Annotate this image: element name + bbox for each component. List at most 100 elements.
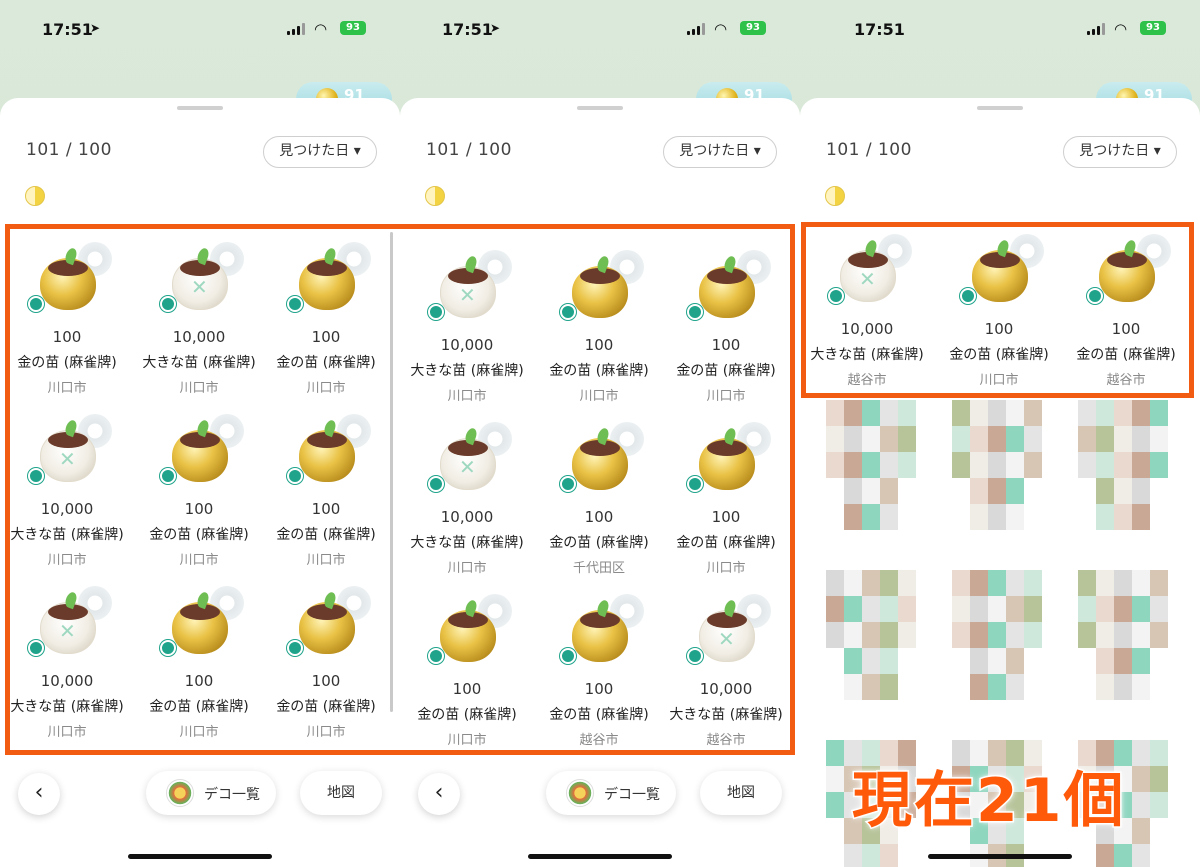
collection-count: 101 / 100 <box>426 140 512 160</box>
mosaic-pixel <box>1132 426 1150 452</box>
plant-name: 大きな苗 (麻雀牌) <box>142 355 256 371</box>
plant-card[interactable]: 10,000 大きな苗 (麻雀牌) 川口市 <box>4 412 130 584</box>
pixelated-card <box>1078 400 1200 560</box>
mosaic-pixel <box>970 622 988 648</box>
mosaic-pixel <box>1150 426 1168 452</box>
plant-pot-image <box>1087 232 1171 314</box>
plant-card[interactable]: 100 金の苗 (麻雀牌) 川口市 <box>936 232 1062 404</box>
plant-card[interactable]: 10,000 大きな苗 (麻雀牌) 越谷市 <box>663 592 789 764</box>
mosaic-pixel <box>880 622 898 648</box>
mosaic-pixel <box>1150 570 1168 596</box>
flower-badge-icon <box>428 304 444 320</box>
plant-name: 大きな苗 (麻雀牌) <box>410 535 524 551</box>
sort-dropdown[interactable]: 見つけた日 ▾ <box>1063 136 1177 168</box>
back-button[interactable]: ‹ <box>18 773 60 815</box>
plant-pot-image <box>28 584 112 666</box>
plant-card[interactable]: 100 金の苗 (麻雀牌) 川口市 <box>263 412 389 584</box>
plant-card[interactable]: 100 金の苗 (麻雀牌) 川口市 <box>263 584 389 756</box>
mosaic-pixel <box>898 596 916 622</box>
map-button[interactable]: 地図 <box>300 771 382 815</box>
plant-card[interactable]: 100 金の苗 (麻雀牌) 川口市 <box>136 584 262 756</box>
mosaic-pixel <box>862 570 880 596</box>
plant-card[interactable]: 10,000 大きな苗 (麻雀牌) 川口市 <box>136 240 262 412</box>
plant-card[interactable]: 100 金の苗 (麻雀牌) 川口市 <box>663 420 789 592</box>
mosaic-pixel <box>1078 622 1096 648</box>
plant-name: 金の苗 (麻雀牌) <box>417 707 517 723</box>
plant-card[interactable]: 100 金の苗 (麻雀牌) 川口市 <box>536 248 662 420</box>
sheet-grabber[interactable] <box>177 106 223 110</box>
plant-card[interactable]: 100 金の苗 (麻雀牌) 越谷市 <box>1063 232 1189 404</box>
mosaic-pixel <box>1078 596 1096 622</box>
mosaic-pixel <box>988 674 1006 700</box>
plant-location: 川口市 <box>179 381 219 396</box>
plant-value: 100 <box>311 672 341 690</box>
sheet-grabber[interactable] <box>977 106 1023 110</box>
plant-name: 金の苗 (麻雀牌) <box>1076 347 1176 363</box>
mosaic-pixel <box>988 570 1006 596</box>
mosaic-pixel <box>1096 478 1114 504</box>
plant-pot-image <box>687 592 771 674</box>
plant-card[interactable]: 10,000 大きな苗 (麻雀牌) 川口市 <box>4 584 130 756</box>
mosaic-pixel <box>988 452 1006 478</box>
plant-value: 100 <box>984 320 1014 338</box>
bottom-bar: ‹ デコ一覧 地図 <box>400 757 800 867</box>
plant-value: 100 <box>184 500 214 518</box>
plant-name: 大きな苗 (麻雀牌) <box>810 347 924 363</box>
coin-filter-icon[interactable] <box>25 186 45 206</box>
mosaic-pixel <box>1132 674 1150 700</box>
sort-dropdown[interactable]: 見つけた日 ▾ <box>663 136 777 168</box>
plant-pot-image <box>560 592 644 674</box>
plant-value: 100 <box>184 672 214 690</box>
mosaic-pixel <box>898 622 916 648</box>
mosaic-pixel <box>826 400 844 426</box>
plant-location: 川口市 <box>447 733 487 748</box>
collection-count: 101 / 100 <box>826 140 912 160</box>
plant-name: 金の苗 (麻雀牌) <box>276 699 376 715</box>
mosaic-pixel <box>1114 622 1132 648</box>
plant-name: 大きな苗 (麻雀牌) <box>410 363 524 379</box>
map-button[interactable]: 地図 <box>700 771 782 815</box>
scrollbar[interactable] <box>390 232 393 712</box>
plant-location: 川口市 <box>706 389 746 404</box>
plant-card[interactable]: 100 金の苗 (麻雀牌) 川口市 <box>263 240 389 412</box>
mosaic-pixel <box>1006 426 1024 452</box>
plant-card[interactable]: 10,000 大きな苗 (麻雀牌) 川口市 <box>404 420 530 592</box>
mosaic-pixel <box>952 426 970 452</box>
deco-list-button[interactable]: デコ一覧 <box>146 771 276 815</box>
mosaic-pixel <box>1114 648 1132 674</box>
mosaic-pixel <box>1096 622 1114 648</box>
plant-card[interactable]: 10,000 大きな苗 (麻雀牌) 越谷市 <box>804 232 930 404</box>
plant-pot-image <box>828 232 912 314</box>
mosaic-pixel <box>844 844 862 867</box>
screen-panel-3: 17:51 ◠ 93 91 101 / 100 見つけた日 ▾ 10,000大き… <box>800 0 1200 867</box>
plant-pot-image <box>160 584 244 666</box>
deco-list-button[interactable]: デコ一覧 <box>546 771 676 815</box>
coin-filter-icon[interactable] <box>825 186 845 206</box>
plant-location: 川口市 <box>306 725 346 740</box>
plant-card[interactable]: 100 金の苗 (麻雀牌) 川口市 <box>4 240 130 412</box>
plant-value: 10,000 <box>440 336 494 354</box>
plant-card[interactable]: 10,000 大きな苗 (麻雀牌) 川口市 <box>404 248 530 420</box>
sort-dropdown[interactable]: 見つけた日 ▾ <box>263 136 377 168</box>
mosaic-pixel <box>970 400 988 426</box>
mosaic-pixel <box>1114 596 1132 622</box>
back-button[interactable]: ‹ <box>418 773 460 815</box>
plant-card[interactable]: 100 金の苗 (麻雀牌) 川口市 <box>404 592 530 764</box>
plant-value: 100 <box>584 336 614 354</box>
flower-badge-icon <box>428 476 444 492</box>
overlay-caption: 現在21個 <box>851 765 1126 838</box>
mosaic-pixel <box>1150 622 1168 648</box>
plant-card[interactable]: 100 金の苗 (麻雀牌) 川口市 <box>663 248 789 420</box>
plant-value: 100 <box>52 328 82 346</box>
plant-value: 10,000 <box>172 328 226 346</box>
plant-card[interactable]: 100 金の苗 (麻雀牌) 越谷市 <box>536 592 662 764</box>
mosaic-pixel <box>1096 844 1114 867</box>
coin-filter-icon[interactable] <box>425 186 445 206</box>
plant-location: 川口市 <box>579 389 619 404</box>
plant-card[interactable]: 100 金の苗 (麻雀牌) 川口市 <box>136 412 262 584</box>
plant-card[interactable]: 100 金の苗 (麻雀牌) 千代田区 <box>536 420 662 592</box>
pixelated-card <box>952 570 1078 730</box>
flower-badge-icon <box>160 640 176 656</box>
plant-location: 川口市 <box>447 561 487 576</box>
sheet-grabber[interactable] <box>577 106 623 110</box>
